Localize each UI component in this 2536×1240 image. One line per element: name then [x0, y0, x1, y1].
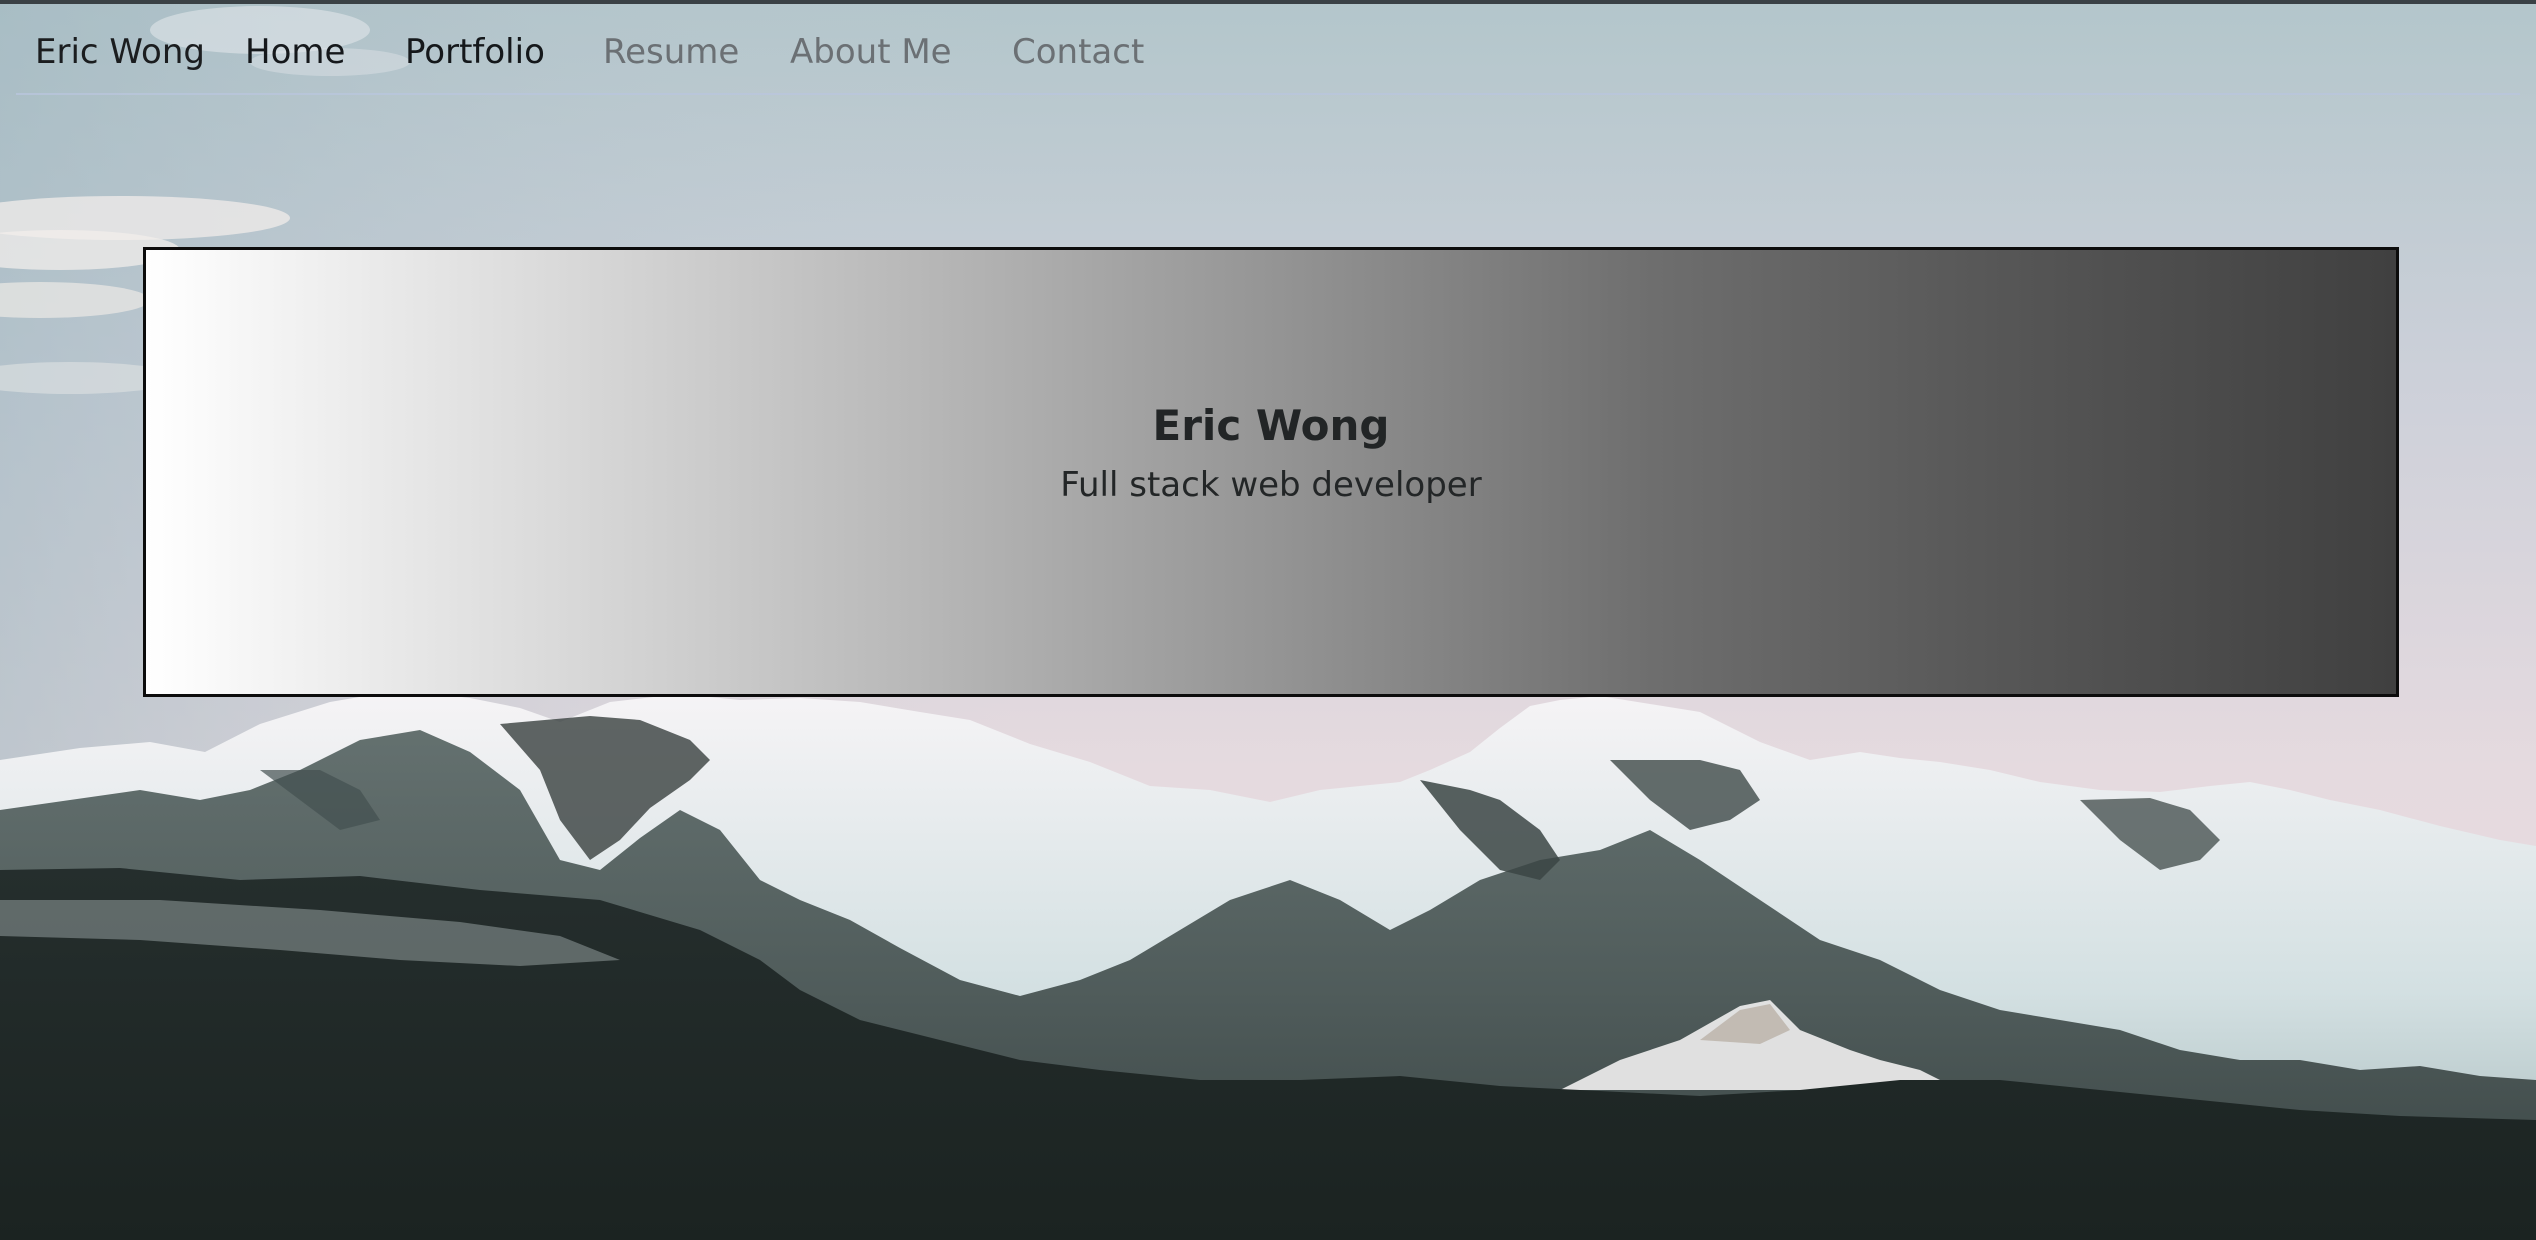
nav-link-portfolio[interactable]: Portfolio — [405, 28, 545, 76]
hero-subtitle: Full stack web developer — [1060, 465, 1482, 505]
nav-link-home[interactable]: Home — [245, 28, 345, 76]
navbar-divider — [16, 93, 2520, 95]
hero-banner: Eric Wong Full stack web developer — [143, 247, 2399, 697]
nav-link-contact[interactable]: Contact — [1012, 28, 1144, 76]
brand-link[interactable]: Eric Wong — [35, 28, 205, 76]
hero-title: Eric Wong — [1152, 401, 1390, 450]
window-top-border — [0, 0, 2536, 4]
top-navbar: Eric Wong Home Portfolio Resume About Me… — [0, 4, 2536, 94]
nav-link-about-me[interactable]: About Me — [790, 28, 952, 76]
nav-link-resume[interactable]: Resume — [603, 28, 739, 76]
